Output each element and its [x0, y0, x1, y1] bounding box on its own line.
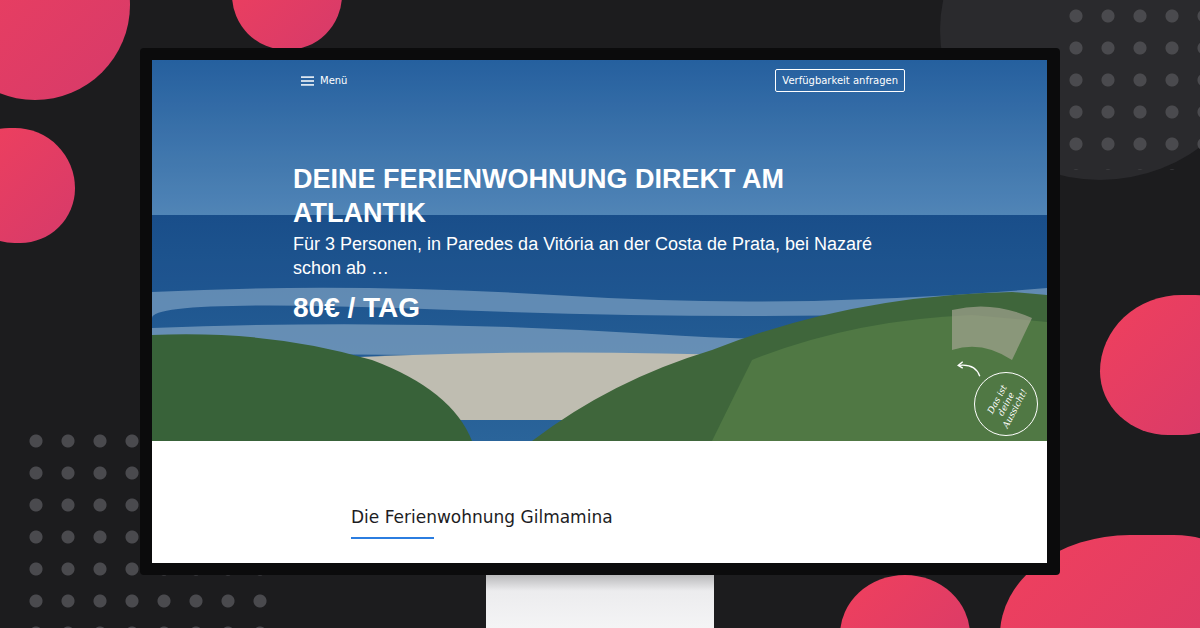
- website-screen: Menü Verfügbarkeit anfragen DEINE FERIENWO…: [152, 60, 1047, 563]
- menu-label: Menü: [320, 75, 347, 86]
- promo-canvas: Menü Verfügbarkeit anfragen DEINE FERIENWO…: [0, 0, 1200, 628]
- availability-button[interactable]: Verfügbarkeit anfragen: [775, 69, 905, 92]
- nav-bar: Menü Verfügbarkeit anfragen: [293, 69, 905, 92]
- view-badge: Das ist deine Aussicht!: [974, 372, 1038, 436]
- decor-blob: [1100, 295, 1200, 435]
- section-title: Die Ferienwohnung Gilmamina: [351, 507, 1047, 527]
- decor-blob: [840, 575, 970, 628]
- decor-blob: [0, 128, 75, 243]
- decor-blob: [0, 0, 130, 100]
- title-underline: [351, 537, 434, 539]
- menu-button[interactable]: Menü: [293, 75, 347, 86]
- hero-price: 80€ / TAG: [293, 292, 905, 324]
- hero: Menü Verfügbarkeit anfragen DEINE FERIENWO…: [152, 60, 1047, 441]
- monitor-stand: [486, 575, 714, 628]
- hero-headline: DEINE FERIENWOHNUNG DIREKT AM ATLANTIK: [293, 162, 853, 230]
- arrow-icon: [955, 360, 983, 378]
- hamburger-icon: [301, 76, 314, 86]
- content-section: Die Ferienwohnung Gilmamina: [152, 441, 1047, 563]
- dot-pattern: [1060, 0, 1200, 170]
- decor-blob: [232, 0, 342, 50]
- hero-subtitle: Für 3 Personen, in Paredes da Vitória an…: [293, 232, 893, 280]
- monitor: Menü Verfügbarkeit anfragen DEINE FERIENWO…: [140, 48, 1060, 575]
